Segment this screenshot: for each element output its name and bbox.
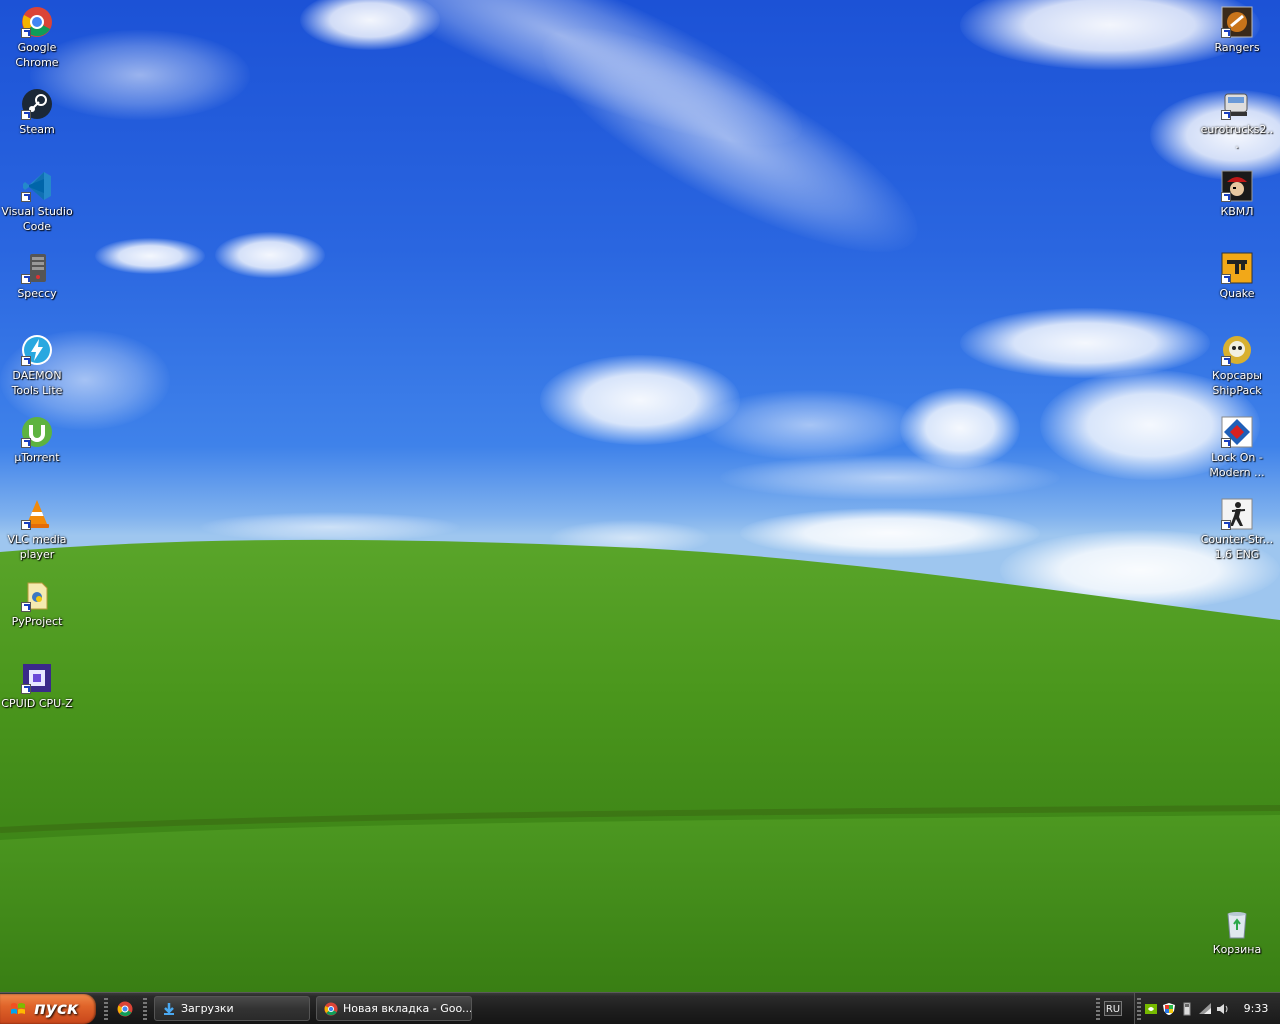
start-button[interactable]: пуск: [0, 994, 96, 1024]
truck-icon: [1221, 88, 1253, 120]
recycle-bin-icon: [1221, 908, 1253, 940]
utorrent-icon: [21, 416, 53, 448]
usb-icon[interactable]: [1180, 1001, 1194, 1016]
clock[interactable]: 9:33: [1238, 993, 1274, 1024]
desktop-icon-pyproject[interactable]: PyProject: [0, 580, 74, 629]
desktop-icon-label: PyProject: [11, 615, 63, 628]
green-hill: [0, 539, 1280, 992]
desktop-icon-label: Lock On - Modern ...: [1209, 451, 1265, 479]
taskbar-button-label: Новая вкладка - Goo...: [343, 1002, 472, 1015]
chrome-icon: [324, 1001, 338, 1016]
desktop-icon-label: Steam: [19, 123, 55, 136]
desktop-icon-korsary[interactable]: Корсары ShipPack: [1200, 334, 1274, 398]
desktop-icon-vlc[interactable]: VLC media player: [0, 498, 74, 562]
desktop-icon-vscode[interactable]: Visual Studio Code: [0, 170, 74, 234]
desktop-icon-kvml[interactable]: КВМЛ: [1200, 170, 1274, 219]
vlc-icon: [21, 498, 53, 530]
desktop-icon-lockon[interactable]: Lock On - Modern ...: [1200, 416, 1274, 480]
steam-icon: [21, 88, 53, 120]
language-indicator[interactable]: RU: [1104, 1001, 1122, 1016]
taskbar-button-label: Загрузки: [181, 1002, 234, 1015]
volume-icon[interactable]: [1216, 1001, 1230, 1015]
desktop-icon-label: КВМЛ: [1220, 205, 1254, 218]
desktop-icon-rangers[interactable]: Rangers: [1200, 6, 1274, 55]
desktop-icon-label: Google Chrome: [15, 41, 59, 69]
desktop-icon-label: CPUID CPU-Z: [1, 697, 73, 710]
desktop-icon-label: Quake: [1219, 287, 1255, 300]
desktop-icon-label: eurotrucks2...: [1200, 123, 1274, 151]
tray-grip[interactable]: [1137, 998, 1141, 1020]
desktop-icon-label: Корсары ShipPack: [1212, 369, 1262, 397]
document-icon: [21, 580, 53, 612]
nvidia-icon[interactable]: [1144, 1001, 1158, 1015]
desktop[interactable]: Google Chrome Steam Visual Studio Code S…: [0, 0, 1280, 992]
download-folder-icon: [162, 1001, 176, 1015]
counter-strike-icon: [1221, 498, 1253, 530]
security-shield-icon[interactable]: [1162, 1001, 1176, 1015]
pirate-icon: [1221, 170, 1253, 202]
desktop-icon-speccy[interactable]: Speccy: [0, 252, 74, 301]
desktop-icon-label: Rangers: [1214, 41, 1260, 54]
desktop-icon-utorrent[interactable]: µTorrent: [0, 416, 74, 465]
skull-icon: [1221, 334, 1253, 366]
desktop-icon-label: Speccy: [17, 287, 57, 300]
toolbar-grip[interactable]: [104, 998, 108, 1020]
start-label: пуск: [34, 999, 79, 1019]
chrome-icon: [21, 6, 53, 38]
desktop-icon-quake[interactable]: Quake: [1200, 252, 1274, 301]
taskbar-button-chrome-tab[interactable]: Новая вкладка - Goo...: [316, 996, 472, 1021]
desktop-icon-cpuz[interactable]: CPUID CPU-Z: [0, 662, 74, 711]
desktop-icon-counter-strike[interactable]: Counter-Str... 1.6 ENG: [1200, 498, 1274, 562]
taskbar-button-downloads[interactable]: Загрузки: [154, 996, 310, 1021]
rangers-icon: [1221, 6, 1253, 38]
desktop-icon-daemon-tools[interactable]: DAEMON Tools Lite: [0, 334, 74, 398]
wifi-icon[interactable]: [1198, 1001, 1212, 1015]
toolbar-grip[interactable]: [1096, 998, 1100, 1020]
quake-icon: [1221, 252, 1253, 284]
desktop-icon-label: Корзина: [1212, 943, 1262, 956]
desktop-icon-chrome[interactable]: Google Chrome: [0, 6, 74, 70]
lockon-icon: [1221, 416, 1253, 448]
vscode-icon: [21, 170, 53, 202]
desktop-icon-recycle-bin[interactable]: Корзина: [1200, 908, 1274, 957]
desktop-icon-label: Visual Studio Code: [1, 205, 73, 233]
desktop-icon-steam[interactable]: Steam: [0, 88, 74, 137]
chrome-icon[interactable]: [117, 1001, 133, 1017]
desktop-icon-label: DAEMON Tools Lite: [11, 369, 63, 397]
desktop-icon-label: VLC media player: [7, 533, 67, 561]
taskbar: пуск Загрузки Новая вкладка - Goo... RU …: [0, 992, 1280, 1024]
desktop-icon-label: µTorrent: [14, 451, 60, 464]
windows-flag-icon: [11, 1003, 25, 1014]
desktop-icon-eurotrucks[interactable]: eurotrucks2...: [1200, 88, 1274, 152]
daemon-tools-icon: [21, 334, 53, 366]
toolbar-grip[interactable]: [143, 998, 147, 1020]
speccy-icon: [21, 252, 53, 284]
cpuz-icon: [21, 662, 53, 694]
desktop-icon-label: Counter-Str... 1.6 ENG: [1200, 533, 1274, 561]
